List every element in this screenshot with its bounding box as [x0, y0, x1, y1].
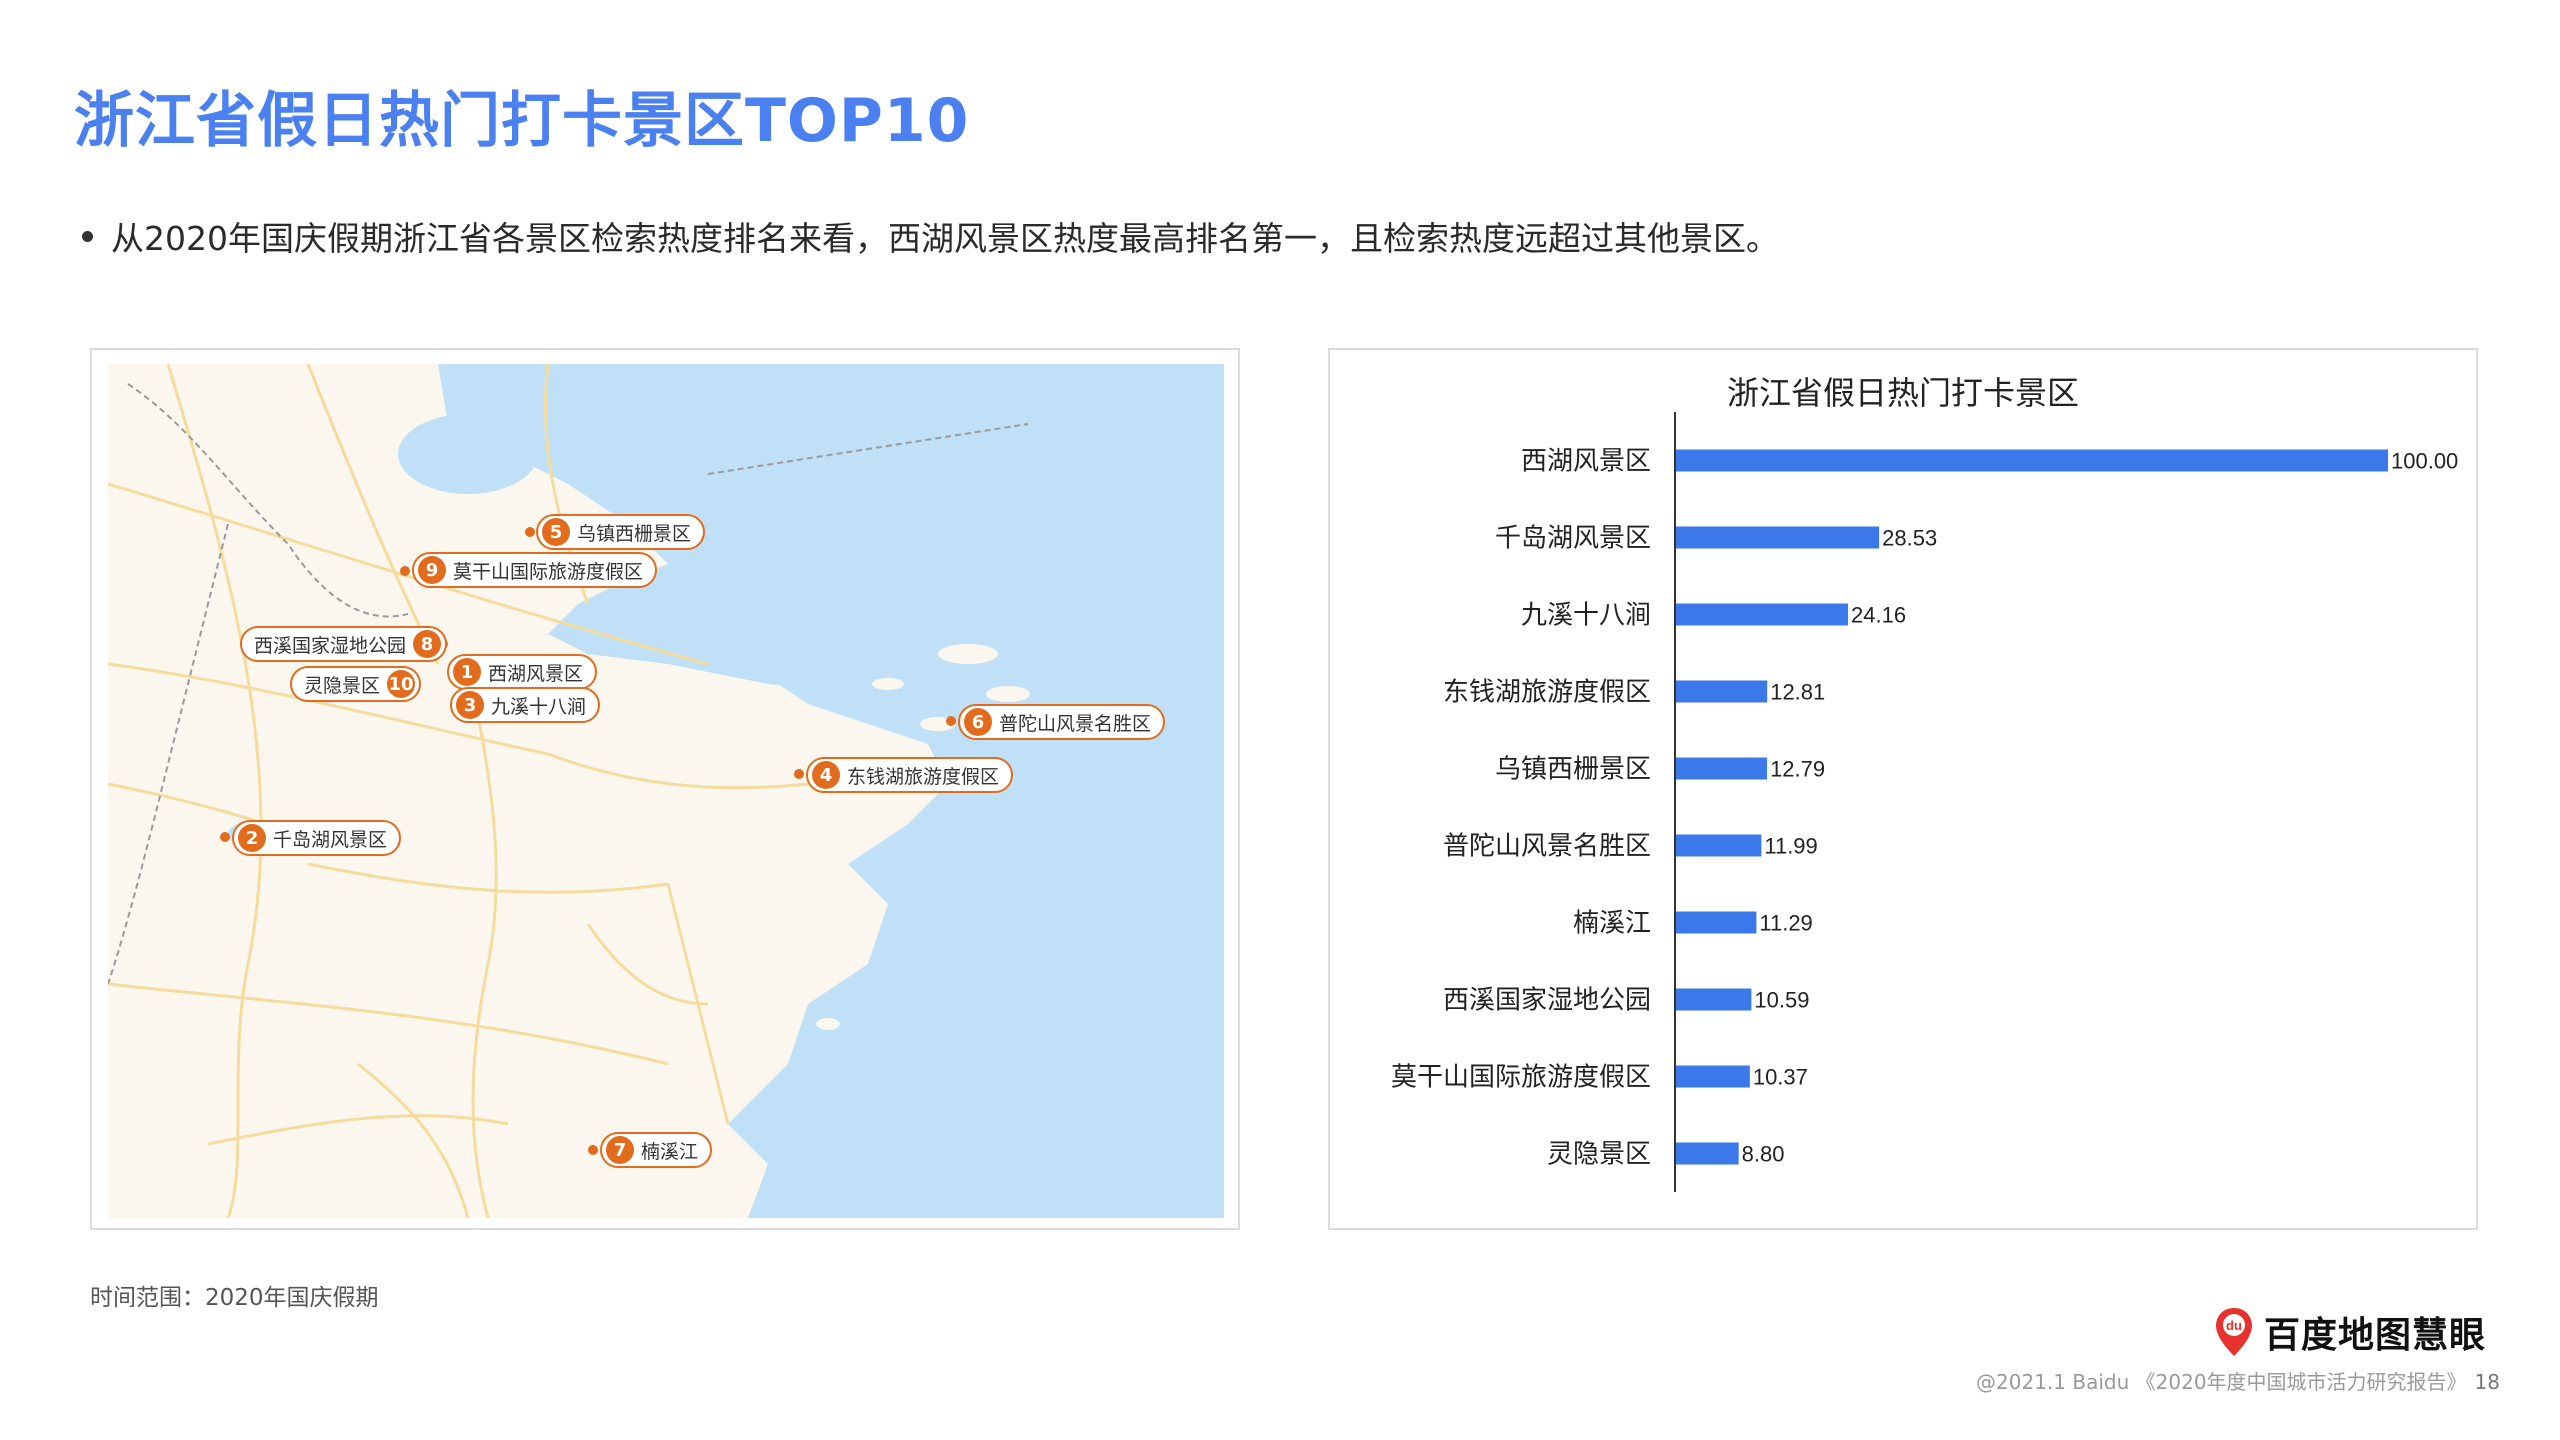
bar-value-label: 100.00 [2391, 449, 2458, 474]
map-dot [220, 832, 230, 842]
marker-label: 西湖风景区 [488, 662, 584, 685]
bar-chart: 西湖风景区 100.00 千岛湖风景区 28.53 九溪十八涧 24.16 东钱湖旅游度假区… [1391, 412, 2458, 1192]
bullet-dot-icon [82, 230, 93, 242]
marker-label: 九溪十八涧 [491, 695, 587, 718]
category-tick-label: 东钱湖旅游度假区 [1443, 678, 1651, 708]
map-marker-6[interactable]: 6 普陀山风景名胜区 [958, 704, 1166, 740]
map-marker-9[interactable]: 9 莫干山国际旅游度假区 [412, 552, 658, 588]
map-panel: 5 乌镇西栅景区 9 莫干山国际旅游度假区 西溪国家湿地公园 8 1 西湖风景区… [90, 348, 1240, 1230]
category-tick-label: 西湖风景区 [1521, 447, 1651, 477]
marker-rank-badge: 8 [413, 630, 442, 658]
summary-text: 从2020年国庆假期浙江省各景区检索热度排名来看，西湖风景区热度最高排名第一，且… [111, 219, 1779, 258]
brand-logo: du 百度地图慧眼 [2214, 1306, 2486, 1358]
marker-label: 楠溪江 [641, 1140, 699, 1163]
map-pin-icon: du [2216, 1308, 2252, 1356]
map-marker-5[interactable]: 5 乌镇西栅景区 [536, 514, 706, 550]
marker-rank-badge: 9 [418, 556, 446, 584]
marker-rank-badge: 4 [812, 761, 840, 789]
copyright-text: @2021.1 Baidu 《2020年度中国城市活力研究报告》 [1976, 1370, 2467, 1394]
category-tick-label: 普陀山风景名胜区 [1443, 832, 1651, 862]
category-tick-label: 西溪国家湿地公园 [1443, 986, 1651, 1016]
map-dot [588, 1145, 598, 1155]
bar[interactable] [1676, 449, 2388, 472]
bar[interactable] [1676, 680, 1768, 703]
category-tick-label: 楠溪江 [1573, 909, 1651, 939]
bar[interactable] [1676, 757, 1768, 780]
marker-label: 普陀山风景名胜区 [999, 712, 1152, 735]
marker-rank-badge: 2 [238, 824, 266, 852]
bar[interactable] [1676, 834, 1762, 857]
bar-value-label: 8.80 [1742, 1142, 1785, 1167]
map-marker-10[interactable]: 灵隐景区 10 [290, 666, 422, 702]
page-number: 18 [2474, 1370, 2500, 1394]
bar-value-label: 28.53 [1882, 526, 1937, 551]
footnote: 时间范围：2020年国庆假期 [90, 1285, 379, 1311]
brand-name: 百度地图慧眼 [2264, 1315, 2487, 1356]
zhejiang-map-icon [108, 364, 1224, 1218]
bar-value-label: 11.99 [1764, 834, 1817, 859]
summary-bullet: 从2020年国庆假期浙江省各景区检索热度排名来看，西湖风景区热度最高排名第一，且… [82, 212, 1779, 260]
map-marker-4[interactable]: 4 东钱湖旅游度假区 [806, 757, 1014, 793]
map-marker-2[interactable]: 2 千岛湖风景区 [232, 820, 402, 856]
marker-label: 灵隐景区 [304, 674, 381, 697]
marker-rank-badge: 10 [387, 670, 416, 698]
marker-rank-badge: 1 [453, 658, 481, 686]
chart-panel: 浙江省假日热门打卡景区 西湖风景区 100.00 千岛湖风景区 28.53 九溪十八涧 2… [1328, 348, 2478, 1230]
marker-label: 莫干山国际旅游度假区 [453, 560, 644, 583]
bar-value-label: 24.16 [1851, 603, 1906, 628]
brand-badge-text: du [2226, 1318, 2242, 1333]
bar-value-label: 12.81 [1770, 680, 1825, 705]
map-dot [794, 769, 804, 779]
map-marker-7[interactable]: 7 楠溪江 [600, 1132, 713, 1168]
bar[interactable] [1676, 1065, 1750, 1088]
map-dot [400, 566, 410, 576]
marker-label: 乌镇西栅景区 [577, 522, 692, 545]
bar[interactable] [1676, 911, 1757, 934]
bar-value-label: 10.37 [1753, 1065, 1808, 1090]
marker-label: 东钱湖旅游度假区 [847, 765, 1000, 788]
marker-rank-badge: 5 [542, 518, 570, 546]
category-tick-label: 九溪十八涧 [1521, 601, 1651, 631]
bar-value-label: 12.79 [1770, 757, 1825, 782]
map-dot [946, 716, 956, 726]
bar[interactable] [1676, 603, 1849, 626]
category-tick-label: 乌镇西栅景区 [1495, 755, 1651, 785]
bar[interactable] [1676, 526, 1880, 549]
page-title: 浙江省假日热门打卡景区TOP10 [74, 86, 970, 156]
bar-value-label: 10.59 [1754, 988, 1809, 1013]
map-marker-1[interactable]: 1 西湖风景区 [447, 654, 598, 690]
marker-rank-badge: 3 [456, 691, 484, 719]
category-tick-label: 莫干山国际旅游度假区 [1391, 1063, 1651, 1093]
marker-rank-badge: 6 [964, 708, 992, 736]
category-tick-label: 灵隐景区 [1547, 1140, 1651, 1170]
category-tick-label: 千岛湖风景区 [1495, 524, 1651, 554]
bar[interactable] [1676, 988, 1752, 1011]
footer-note: @2021.1 Baidu 《2020年度中国城市活力研究报告》 18 [1976, 1366, 2500, 1395]
marker-label: 千岛湖风景区 [273, 828, 388, 851]
map-marker-3[interactable]: 3 九溪十八涧 [450, 687, 601, 723]
map-view: 5 乌镇西栅景区 9 莫干山国际旅游度假区 西溪国家湿地公园 8 1 西湖风景区… [108, 364, 1224, 1218]
bar-value-label: 11.29 [1759, 911, 1812, 936]
map-marker-8[interactable]: 西溪国家湿地公园 8 [240, 626, 448, 662]
map-dot [525, 527, 535, 537]
marker-rank-badge: 7 [606, 1136, 634, 1164]
marker-label: 西溪国家湿地公园 [254, 634, 407, 657]
bar[interactable] [1676, 1142, 1739, 1165]
